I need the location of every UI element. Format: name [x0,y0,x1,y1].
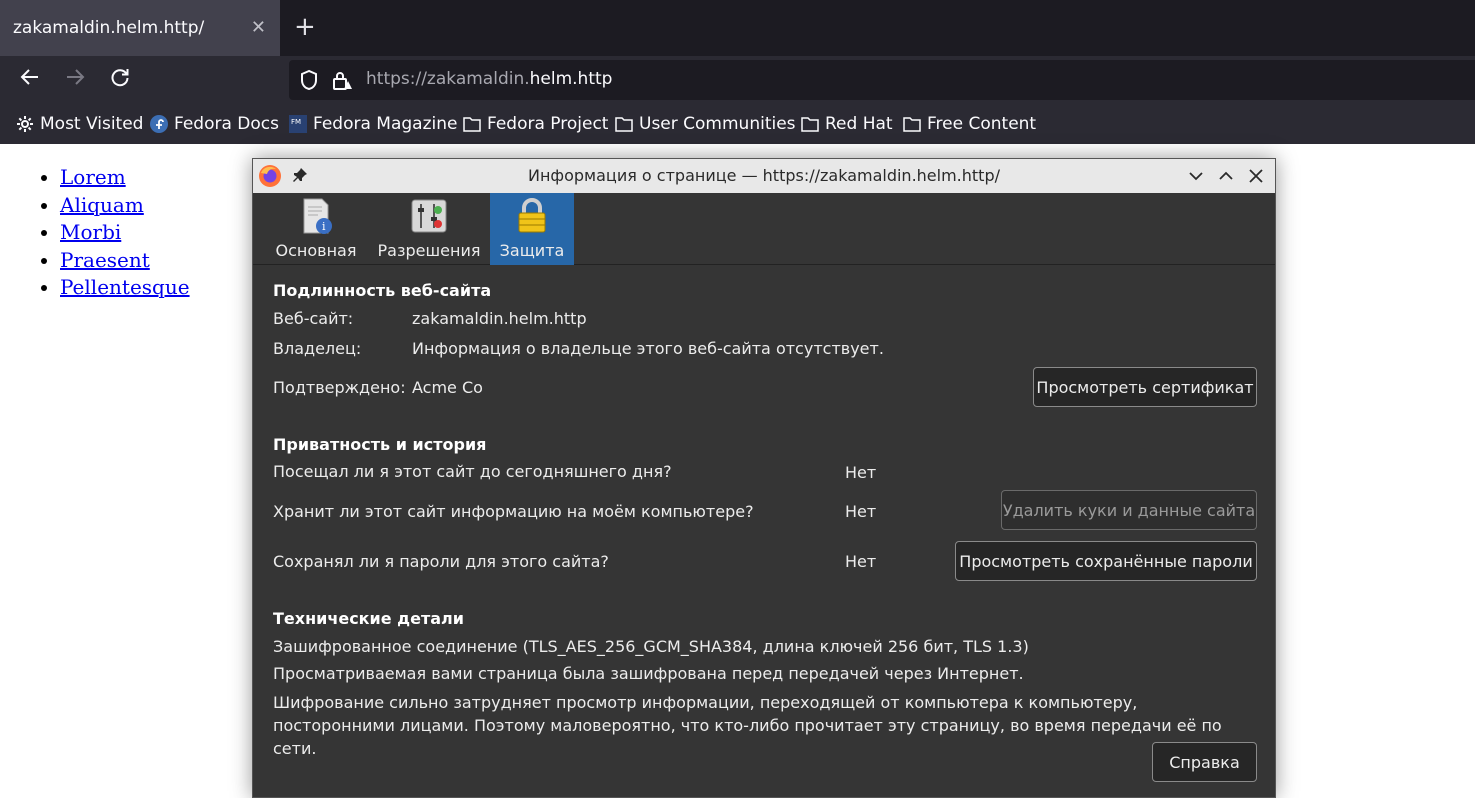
verified-label: Подтверждено: [273,378,406,397]
bookmark-label: Fedora Docs [174,114,280,134]
folder-icon [801,117,819,132]
list-item: Lorem [60,164,190,192]
fedora-magazine-icon: FM [289,115,307,133]
help-button[interactable]: Справка [1152,742,1257,782]
encryption-note: Просматриваемая вами страница была зашиф… [273,664,1024,683]
lock-warning-icon[interactable] [331,69,353,91]
visited-answer: Нет [845,463,877,482]
visited-question: Посещал ли я этот сайт до сегодняшнего д… [273,462,672,481]
technical-heading: Технические детали [273,609,464,628]
list-item: Aliquam [60,192,190,220]
bookmark-label: User Communities [639,114,796,134]
url-bar[interactable]: https://zakamaldin.helm.http [289,60,1475,100]
stores-data-answer: Нет [845,502,877,521]
encryption-explanation: Шифрование сильно затрудняет просмотр ин… [273,693,1222,758]
padlock-icon [518,198,546,233]
website-label: Веб-сайт: [273,309,354,328]
bookmark-fedora-project[interactable]: Fedora Project [463,114,608,134]
bookmark-user-communities[interactable]: User Communities [615,114,796,134]
svg-text:FM: FM [291,118,301,126]
tab-permissions[interactable]: Разрешения [373,193,485,265]
bookmark-label: Fedora Magazine [313,114,458,134]
bookmark-most-visited[interactable]: Most Visited [16,114,143,134]
tab-title: zakamaldin.helm.http/ [13,18,205,38]
link-lorem[interactable]: Lorem [60,165,126,189]
tab-general[interactable]: i Основная [271,193,361,265]
page-info-dialog: Информация о странице — https://zakamald… [252,158,1276,798]
fedora-icon [150,115,168,133]
tab-strip: zakamaldin.helm.http/ ✕ + [0,0,1475,56]
bookmark-fedora-magazine[interactable]: FM Fedora Magazine [289,114,457,134]
tab-label: Разрешения [377,241,481,260]
tab-label: Основная [275,241,357,260]
stores-data-question: Хранит ли этот сайт информацию на моём к… [273,502,754,521]
svg-text:i: i [322,220,326,233]
gear-icon [17,116,33,132]
list-item: Pellentesque [60,274,190,302]
owner-label: Владелец: [273,339,362,358]
browser-tab[interactable]: zakamaldin.helm.http/ ✕ [0,0,280,56]
folder-icon [903,117,921,132]
view-saved-passwords-button[interactable]: Просмотреть сохранённые пароли [955,541,1257,581]
url-text: https://zakamaldin.helm.http [366,69,613,89]
verified-value: Acme Co [412,378,483,397]
bookmark-label: Free Content [927,114,1037,134]
bookmark-red-hat[interactable]: Red Hat [801,114,893,134]
folder-icon [463,117,481,132]
bookmark-label: Red Hat [825,114,893,134]
website-value: zakamaldin.helm.http [412,309,587,328]
forward-arrow-icon[interactable] [61,66,89,94]
close-tab-icon[interactable]: ✕ [251,17,266,38]
passwords-question: Сохранял ли я пароли для этого сайта? [273,552,609,571]
bookmark-label: Most Visited [40,114,144,134]
bookmarks-toolbar: Most Visited Fedora Docs FM Fedora Magaz… [0,104,1475,144]
close-icon[interactable] [1247,167,1265,185]
tracking-shield-icon[interactable] [299,69,319,91]
minimize-chevron-icon[interactable] [1187,167,1205,185]
new-tab-icon[interactable]: + [294,14,316,40]
bookmark-label: Fedora Project [487,114,609,134]
owner-value: Информация о владельце этого веб-сайта о… [412,339,884,358]
permissions-icon [411,199,447,233]
reload-icon[interactable] [106,66,134,94]
encryption-details: Зашифрованное соединение (TLS_AES_256_GC… [273,637,1029,656]
link-pellentesque[interactable]: Pellentesque [60,275,190,299]
view-certificate-button[interactable]: Просмотреть сертификат [1033,367,1257,407]
link-morbi[interactable]: Morbi [60,220,121,244]
dialog-tab-bar: i Основная Разрешения Защита [253,193,1275,265]
bookmark-fedora-docs[interactable]: Fedora Docs [150,114,279,134]
passwords-answer: Нет [845,552,877,571]
dialog-titlebar[interactable]: Информация о странице — https://zakamald… [253,159,1275,193]
list-item: Morbi [60,219,190,247]
bookmark-free-content[interactable]: Free Content [903,114,1036,134]
page-info-icon: i [303,198,332,234]
privacy-heading: Приватность и история [273,435,487,454]
clear-cookies-button[interactable]: Удалить куки и данные сайта [1001,490,1257,530]
list-item: Praesent [60,247,190,275]
folder-icon [615,117,633,132]
page-link-list: Lorem Aliquam Morbi Praesent Pellentesqu… [60,164,190,302]
link-praesent[interactable]: Praesent [60,248,150,272]
tab-label: Защита [499,241,565,260]
link-aliquam[interactable]: Aliquam [60,193,144,217]
identity-heading: Подлинность веб-сайта [273,281,492,300]
tab-security[interactable]: Защита [490,193,574,265]
maximize-chevron-icon[interactable] [1217,167,1235,185]
dialog-title: Информация о странице — https://zakamald… [528,166,1000,185]
back-arrow-icon[interactable] [16,66,44,94]
